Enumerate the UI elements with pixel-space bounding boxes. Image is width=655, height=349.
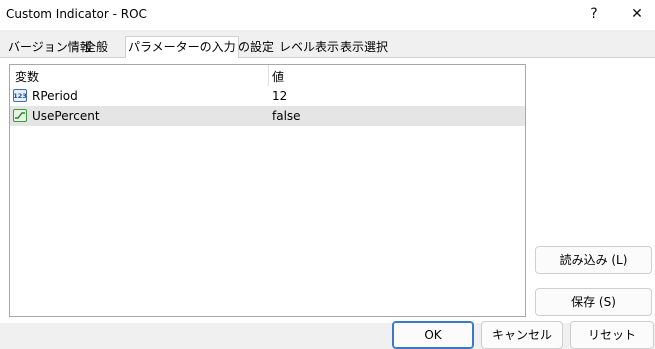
integer-icon: 123 (13, 89, 27, 102)
save-button[interactable]: 保存 (S) (535, 288, 652, 316)
column-header-variable[interactable]: 変数 (15, 68, 39, 85)
tab-visualization[interactable]: 表示選択 (338, 38, 390, 56)
param-value[interactable]: false (272, 109, 301, 123)
cancel-button[interactable]: キャンセル (481, 321, 563, 349)
tab-version-info[interactable]: バージョン情報 (6, 38, 94, 56)
ok-button[interactable]: OK (392, 321, 474, 349)
param-name: RPeriod (32, 89, 78, 103)
tab-input-parameters[interactable]: パラメーターの入力 (125, 36, 239, 58)
param-name: UsePercent (32, 109, 100, 123)
title-bar: Custom Indicator - ROC ? ✕ (0, 0, 655, 30)
close-button[interactable]: ✕ (617, 0, 655, 30)
column-divider[interactable] (268, 65, 269, 86)
window-title: Custom Indicator - ROC (6, 7, 147, 21)
help-icon: ? (590, 6, 598, 22)
svg-text:123: 123 (13, 92, 27, 100)
parameters-grid: 変数 値 123 RPeriod 12 UsePercent false (9, 64, 526, 317)
tab-levels[interactable]: レベル表示 (277, 38, 341, 56)
boolean-icon (13, 109, 27, 122)
close-icon: ✕ (631, 6, 643, 22)
grid-header: 変数 値 (10, 65, 525, 86)
reset-button[interactable]: リセット (570, 321, 654, 349)
table-row[interactable]: 123 RPeriod 12 (10, 86, 525, 106)
column-header-value[interactable]: 値 (272, 68, 284, 85)
tab-bar: バージョン情報 全般 パラメーターの入力 色の設定 レベル表示 表示選択 (0, 36, 655, 58)
table-row[interactable]: UsePercent false (10, 106, 525, 126)
load-button[interactable]: 読み込み (L) (535, 246, 652, 274)
help-button[interactable]: ? (574, 0, 614, 30)
tab-general[interactable]: 全般 (82, 38, 110, 56)
param-value[interactable]: 12 (272, 89, 287, 103)
